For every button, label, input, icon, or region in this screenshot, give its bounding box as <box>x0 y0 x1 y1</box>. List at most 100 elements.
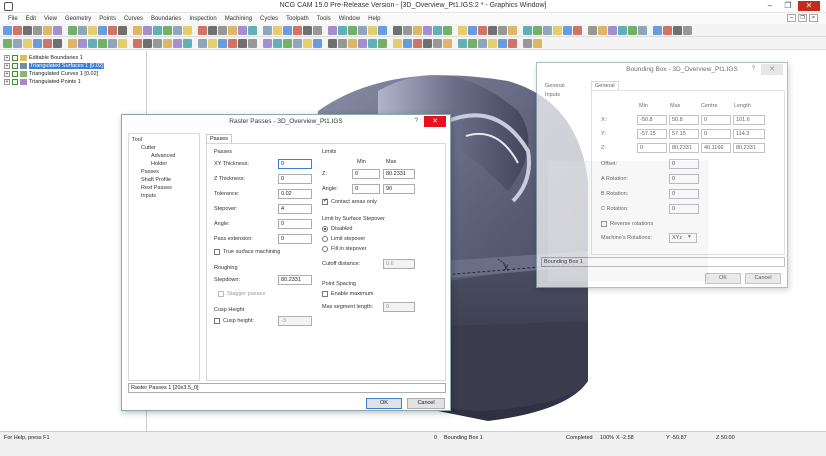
visibility-checkbox[interactable] <box>12 78 18 85</box>
menu-geometry[interactable]: Geometry <box>61 16 95 22</box>
menu-cycles[interactable]: Cycles <box>256 16 282 22</box>
enable-maximum-checkbox[interactable] <box>322 291 328 297</box>
y-length-field[interactable]: 114.3 <box>733 129 765 139</box>
z-thickness-field[interactable]: 0 <box>278 174 312 184</box>
raster-ok-button[interactable]: OK <box>366 398 402 409</box>
main-tool-icon[interactable] <box>638 25 647 35</box>
main-tool-icon[interactable] <box>508 25 517 35</box>
secondary-tool-icon[interactable] <box>183 38 192 48</box>
z-min-field[interactable]: 0 <box>637 143 667 153</box>
cutoff-distance-field[interactable]: 0.6 <box>383 259 415 269</box>
main-tool-icon[interactable] <box>368 25 377 35</box>
main-tool-icon[interactable] <box>23 25 32 35</box>
main-tool-icon[interactable] <box>153 25 162 35</box>
visibility-checkbox[interactable] <box>12 62 18 69</box>
secondary-tool-icon[interactable] <box>133 38 142 48</box>
menu-curves[interactable]: Curves <box>120 16 147 22</box>
main-tool-icon[interactable] <box>628 25 637 35</box>
dialog-close-button[interactable]: ✕ <box>761 64 783 75</box>
y-max-field[interactable]: 57.15 <box>669 129 699 139</box>
nav-passes[interactable]: Passes <box>141 169 159 175</box>
menu-points[interactable]: Points <box>95 16 120 22</box>
main-tool-icon[interactable] <box>458 25 467 35</box>
main-tool-icon[interactable] <box>663 25 672 35</box>
menu-window[interactable]: Window <box>335 16 364 22</box>
nav-general[interactable]: General <box>545 83 565 89</box>
main-tool-icon[interactable] <box>33 25 42 35</box>
main-tool-icon[interactable] <box>108 25 117 35</box>
main-tool-icon[interactable] <box>478 25 487 35</box>
secondary-tool-icon[interactable] <box>88 38 97 48</box>
secondary-tool-icon[interactable] <box>53 38 62 48</box>
main-tool-icon[interactable] <box>533 25 542 35</box>
secondary-tool-icon[interactable] <box>118 38 127 48</box>
raster-name-field[interactable]: Raster Passes 1 [20x3.5_0] <box>128 383 446 393</box>
mdi-close-button[interactable]: × <box>809 14 818 22</box>
visibility-checkbox[interactable] <box>12 54 18 61</box>
secondary-tool-icon[interactable] <box>173 38 182 48</box>
main-tool-icon[interactable] <box>118 25 127 35</box>
secondary-tool-icon[interactable] <box>358 38 367 48</box>
main-tool-icon[interactable] <box>98 25 107 35</box>
secondary-tool-icon[interactable] <box>228 38 237 48</box>
secondary-tool-icon[interactable] <box>43 38 52 48</box>
secondary-tool-icon[interactable] <box>283 38 292 48</box>
bbox-name-field[interactable]: Bounding Box 1 <box>541 257 785 267</box>
stagger-passes-checkbox[interactable] <box>218 291 224 297</box>
secondary-tool-icon[interactable] <box>368 38 377 48</box>
secondary-tool-icon[interactable] <box>218 38 227 48</box>
secondary-tool-icon[interactable] <box>108 38 117 48</box>
maximize-button[interactable]: ❐ <box>780 1 796 11</box>
secondary-tool-icon[interactable] <box>488 38 497 48</box>
main-tool-icon[interactable] <box>393 25 402 35</box>
main-tool-icon[interactable] <box>433 25 442 35</box>
limit-stepover-radio[interactable] <box>322 236 328 242</box>
nav-cutter[interactable]: Cutter <box>141 145 156 151</box>
secondary-tool-icon[interactable] <box>348 38 357 48</box>
main-tool-icon[interactable] <box>183 25 192 35</box>
secondary-tool-icon[interactable] <box>273 38 282 48</box>
machine-rotations-select[interactable]: XYz <box>669 233 697 243</box>
main-tool-icon[interactable] <box>443 25 452 35</box>
a-rotation-field[interactable]: 0 <box>669 174 699 184</box>
mdi-restore-button[interactable]: ❐ <box>798 14 807 22</box>
nav-advanced[interactable]: Advanced <box>151 153 175 159</box>
main-tool-icon[interactable] <box>313 25 322 35</box>
disabled-radio[interactable] <box>322 226 328 232</box>
stepdown-field[interactable]: 80.2331 <box>278 275 312 285</box>
secondary-tool-icon[interactable] <box>403 38 412 48</box>
secondary-tool-icon[interactable] <box>443 38 452 48</box>
secondary-tool-icon[interactable] <box>313 38 322 48</box>
expand-icon[interactable]: + <box>4 54 10 61</box>
main-tool-icon[interactable] <box>78 25 87 35</box>
secondary-tool-icon[interactable] <box>248 38 257 48</box>
secondary-tool-icon[interactable] <box>293 38 302 48</box>
secondary-tool-icon[interactable] <box>303 38 312 48</box>
secondary-tool-icon[interactable] <box>523 38 532 48</box>
cusp-height-checkbox[interactable] <box>214 318 220 324</box>
dialog-close-button[interactable]: ✕ <box>424 116 446 127</box>
main-tool-icon[interactable] <box>573 25 582 35</box>
secondary-tool-icon[interactable] <box>198 38 207 48</box>
main-tool-icon[interactable] <box>423 25 432 35</box>
main-tool-icon[interactable] <box>588 25 597 35</box>
close-button[interactable]: ✕ <box>798 1 820 11</box>
secondary-tool-icon[interactable] <box>13 38 22 48</box>
bbox-ok-button[interactable]: OK <box>705 273 741 284</box>
menu-tools[interactable]: Tools <box>313 16 335 22</box>
cusp-height-field[interactable]: -3 <box>278 316 312 326</box>
main-tool-icon[interactable] <box>563 25 572 35</box>
z-max-field[interactable]: 80.2331 <box>383 169 415 179</box>
nav-tool[interactable]: Tool <box>132 137 142 143</box>
tree-item-triangulated-points[interactable]: + Triangulated Points 1 <box>4 78 142 85</box>
main-tool-icon[interactable] <box>218 25 227 35</box>
raster-cancel-button[interactable]: Cancel <box>407 398 445 409</box>
expand-icon[interactable]: + <box>4 70 10 77</box>
main-tool-icon[interactable] <box>263 25 272 35</box>
main-tool-icon[interactable] <box>348 25 357 35</box>
tolerance-field[interactable]: 0.02 <box>278 189 312 199</box>
secondary-tool-icon[interactable] <box>143 38 152 48</box>
visibility-checkbox[interactable] <box>12 70 18 77</box>
secondary-tool-icon[interactable] <box>238 38 247 48</box>
main-tool-icon[interactable] <box>198 25 207 35</box>
